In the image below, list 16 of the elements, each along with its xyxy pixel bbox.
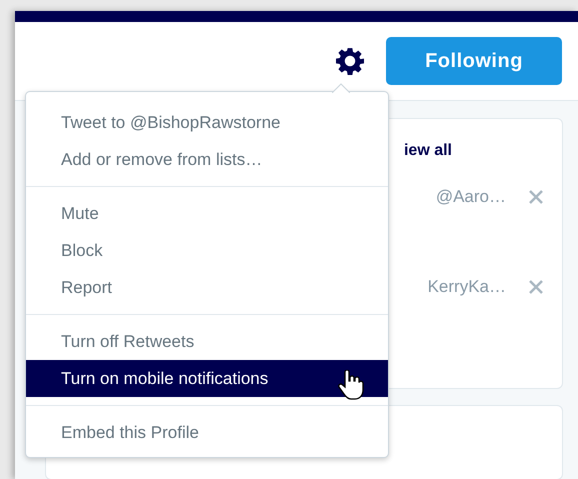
close-icon[interactable]	[528, 279, 544, 295]
user-handle: @Aaro…	[436, 186, 506, 208]
menu-item[interactable]: Tweet to @BishopRawstorne	[26, 104, 388, 141]
menu-item[interactable]: Embed this Profile	[26, 414, 388, 451]
user-handle: KerryKa…	[428, 276, 506, 298]
menu-item[interactable]: Turn on mobile notifications	[26, 360, 388, 397]
menu-item[interactable]: Turn off Retweets	[26, 323, 388, 360]
close-icon[interactable]	[528, 189, 544, 205]
menu-item[interactable]: Mute	[26, 195, 388, 232]
following-button[interactable]: Following	[386, 37, 562, 85]
settings-icon[interactable]	[336, 47, 364, 75]
menu-item[interactable]: Block	[26, 232, 388, 269]
hand-cursor-icon	[338, 370, 364, 400]
view-all-link[interactable]: iew all	[404, 139, 452, 163]
menu-item[interactable]: Report	[26, 269, 388, 306]
menu-item[interactable]: Add or remove from lists…	[26, 141, 388, 178]
